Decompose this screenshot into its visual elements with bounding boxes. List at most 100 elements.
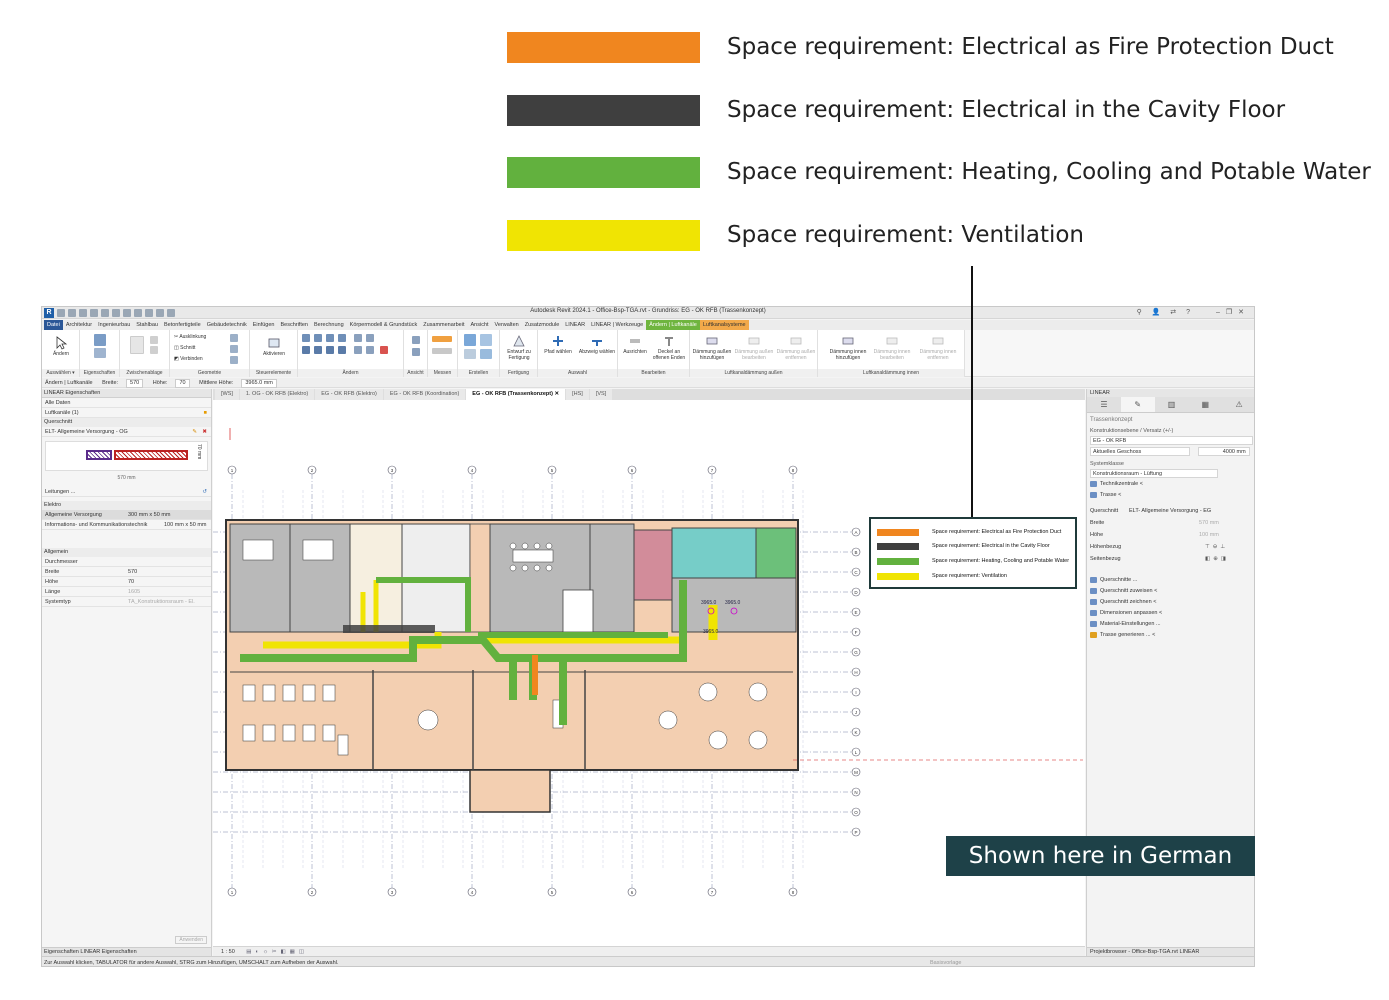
ribbon-tab[interactable]: Beschriften [277,320,311,330]
ribbon-tab[interactable]: Ändern | Luftkanäle [646,320,700,330]
ribbon-tab[interactable]: LINEAR | Werkzeuge [588,320,646,330]
ribbon-tab[interactable]: Verwalten [492,320,522,330]
remove-insulation-tool[interactable]: Dämmung außen entfernen [776,334,816,361]
align-icon[interactable] [302,334,310,342]
measure-tool-icon[interactable] [432,336,452,342]
width-row[interactable]: Breite 570 mm [1087,517,1254,529]
view-tab[interactable]: EG - OK RFB (Elektro) [315,389,383,400]
move-icon[interactable] [302,346,310,354]
remove-inner-insulation-tool[interactable]: Dämmung innen entfernen [916,334,960,361]
rotate-icon[interactable] [326,346,334,354]
join-tool[interactable]: ◩ Verbinden [174,356,203,362]
filter-dropdown[interactable]: Alle Daten [42,398,211,408]
lines-button[interactable]: Leitungen ... ↺ [42,487,211,497]
general-row[interactable]: Höhe 70 [42,577,211,587]
split-icon[interactable] [354,334,362,342]
properties-icon[interactable] [94,334,106,346]
add-insulation-tool[interactable]: Dämmung außen hinzufügen [692,334,732,361]
ribbon-tab[interactable]: Körpermodell & Grundstück [347,320,421,330]
edit-insulation-tool[interactable]: Dämmung außen bearbeiten [734,334,774,361]
columns-icon[interactable]: ▥ [1155,397,1189,412]
elektro-row[interactable]: Informations- und Kommunikationstechnik 1… [42,520,211,530]
category-dropdown[interactable]: Luftkanäle (1) ■ [42,408,211,418]
table-icon[interactable]: ▦ [1188,397,1222,412]
ribbon-tab[interactable]: Datei [44,320,63,330]
wall-join-icon[interactable] [230,334,238,342]
window-controls[interactable]: –❐✕ [1216,308,1250,316]
create-similar-icon[interactable] [480,349,492,359]
ribbon-tab[interactable]: Ansicht [468,320,492,330]
scale-icon[interactable] [354,346,362,354]
ribbon-tab[interactable]: Luftkanalsysteme [699,320,749,330]
group-title[interactable]: Auswählen ▾ [42,369,79,377]
height-input[interactable]: 70 [175,379,190,388]
central-link[interactable]: Technikzentrale < [1087,479,1254,490]
level-dropdown[interactable]: EG - OK RFB [1090,436,1253,445]
height-ref-row[interactable]: Höhenbezug ⊤⊖⊥ [1087,541,1254,553]
create-group-icon[interactable] [464,349,476,359]
create-parts-icon[interactable] [480,334,492,346]
ribbon-tab[interactable]: Berechnung [311,320,347,330]
edit-section-icon[interactable]: ✎ [192,427,197,437]
general-row[interactable]: Breite 570 [42,567,211,577]
action-link[interactable]: Dimensionen anpassen < [1087,608,1254,619]
family-row[interactable]: ELT- Allgemeine Versorgung - OG ✖ ✎ [42,427,211,437]
ribbon-tab[interactable]: Stahlbau [133,320,161,330]
copy-icon[interactable] [150,346,158,354]
view-control-icons[interactable]: ▤◐☼✂◧▦◫ [246,949,308,955]
ribbon-tab[interactable]: Gebäudetechnik [204,320,250,330]
refresh-icon[interactable]: ↺ [202,487,207,497]
delete-icon[interactable] [380,346,388,354]
panel-tabs[interactable]: Eigenschaften LINEAR Eigenschaften [42,947,211,956]
section-row[interactable]: Querschnitt ELT- Allgemeine Versorgung - … [1087,505,1254,517]
view-tab[interactable]: [WS] [215,389,239,400]
edit-icon[interactable]: ✎ [1120,397,1155,412]
modify-tool[interactable]: Ändern [48,336,74,357]
ribbon-tab[interactable]: Einfügen [250,320,278,330]
current-level-dropdown[interactable]: Aktuelles Geschoss [1090,447,1190,456]
cope-tool[interactable]: ✂ Ausklinkung [174,334,206,340]
view-tab[interactable]: EG - OK RFB (Koordination) [383,389,466,400]
ribbon-tab[interactable]: Ingenieurbau [95,320,133,330]
scale-value[interactable]: 1 : 50 [221,949,235,955]
add-inner-insulation-tool[interactable]: Dämmung innen hinzufügen [828,334,868,361]
ribbon-tab[interactable]: Betonfertigteile [161,320,204,330]
view-tab[interactable]: EG - OK RFB (Trassenkonzept) ✕ [466,389,566,400]
hide-icon[interactable] [412,336,420,344]
side-ref-icons[interactable]: ◧⊕◨ [1205,553,1229,565]
action-link[interactable]: Material-Einstellungen ... [1087,619,1254,630]
type-properties-icon[interactable] [94,348,106,358]
action-link[interactable]: Trasse generieren ... < [1087,630,1254,641]
select-branch-tool[interactable]: Abzweig wählen [578,334,616,355]
warning-icon[interactable]: ⚠ [1222,397,1254,412]
view-tab[interactable]: 1. OG - OK RFB (Elektro) [239,389,315,400]
action-link[interactable]: Querschnitt zeichnen < [1087,597,1254,608]
create-assembly-icon[interactable] [464,334,476,346]
delete-section-icon[interactable]: ✖ [202,427,207,437]
cut-icon[interactable] [150,336,158,344]
menu-icon[interactable]: ☰ [1087,397,1121,412]
edit-inner-insulation-tool[interactable]: Dämmung innen bearbeiten [872,334,912,361]
cut-geometry-tool[interactable]: ◫ Schnitt [174,345,195,351]
general-row[interactable]: Systemtyp TA_Konstruktionsraum - El. [42,597,211,607]
activate-tool[interactable]: Aktivieren [256,336,292,357]
ribbon-tab[interactable]: Zusatzmodule [522,320,563,330]
mid-elevation-input[interactable]: 3965.0 mm [241,379,277,388]
ribbon-tab[interactable]: Zusammenarbeit [420,320,467,330]
lock-icon[interactable]: ■ [204,408,207,418]
cap-open-ends-tool[interactable]: Deckel an offenen Enden [650,334,688,361]
array-icon[interactable] [366,334,374,342]
apply-button[interactable]: Anwenden [175,936,207,944]
justify-tool[interactable]: Ausrichten [620,334,650,355]
split-face-icon[interactable] [230,345,238,353]
offset-input[interactable]: 4000 mm [1197,447,1250,456]
paste-icon[interactable] [130,336,144,354]
height-ref-icons[interactable]: ⊤⊖⊥ [1205,541,1228,553]
system-class-dropdown[interactable]: Konstruktionsraum - Lüftung [1090,469,1218,478]
trim-icon[interactable] [338,346,346,354]
route-link[interactable]: Trasse < [1087,490,1254,501]
offset-icon[interactable] [314,334,322,342]
action-link[interactable]: Querschnitt zuweisen < [1087,586,1254,597]
general-row[interactable]: Durchmesser [42,557,211,567]
dimension-icon[interactable] [432,348,452,354]
